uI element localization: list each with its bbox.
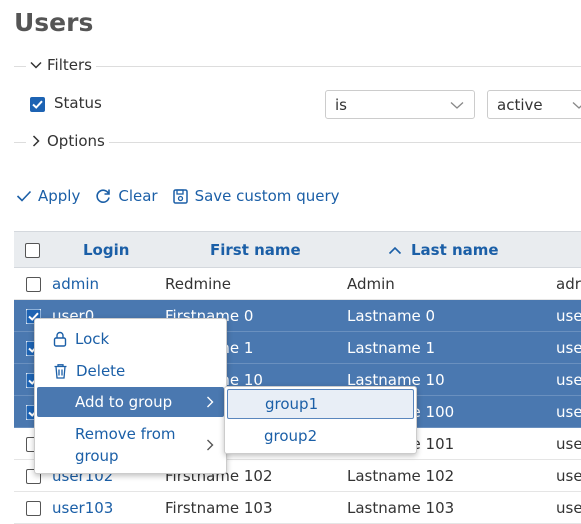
refresh-icon: [96, 189, 111, 203]
checkbox-box: [26, 277, 41, 292]
menu-item-add-to-group[interactable]: Add to group: [37, 387, 224, 417]
cell-lastname: Lastname 102: [347, 467, 455, 485]
save-query-label: Save custom query: [194, 187, 340, 205]
lock-icon: [53, 331, 67, 347]
checkbox-box: [26, 501, 41, 516]
submenu-item-group1[interactable]: group1: [227, 389, 414, 419]
cell-login[interactable]: user103: [52, 499, 113, 517]
cell-mail: use: [556, 467, 581, 485]
cell-lastname: Lastname 1: [347, 339, 436, 357]
menu-item-add-to-group-label: Add to group: [75, 393, 173, 411]
apply-label: Apply: [38, 187, 81, 205]
cell-mail: use: [556, 339, 581, 357]
sort-ascending-icon: [388, 246, 402, 255]
menu-item-delete-label: Delete: [76, 362, 126, 380]
page-title: Users: [14, 8, 94, 37]
clear-label: Clear: [118, 187, 158, 205]
filters-legend[interactable]: Filters: [26, 56, 96, 74]
submenu-item-group2[interactable]: group2: [227, 421, 414, 451]
cell-firstname: Firstname 103: [165, 499, 273, 517]
cell-firstname: Redmine: [165, 275, 232, 293]
checkmark-icon: [16, 190, 32, 202]
apply-button[interactable]: Apply: [16, 187, 80, 205]
row-checkbox[interactable]: [26, 501, 41, 516]
save-icon: [172, 188, 188, 204]
save-query-button[interactable]: Save custom query: [172, 187, 340, 205]
status-operator-select[interactable]: is: [325, 90, 475, 119]
context-menu: Lock Delete Add to group Remove from gro…: [34, 318, 227, 474]
chevron-right-icon: [32, 135, 40, 147]
clear-button[interactable]: Clear: [94, 187, 158, 205]
status-operator-value: is: [335, 95, 347, 114]
cell-mail: use: [556, 371, 581, 389]
cell-mail: use: [556, 403, 581, 421]
table-row[interactable]: admin Redmine Admin adr: [14, 268, 581, 300]
cell-login[interactable]: admin: [52, 275, 99, 293]
cell-lastname: Admin: [347, 275, 395, 293]
filters-label: Filters: [47, 56, 92, 74]
cell-lastname: Lastname 103: [347, 499, 455, 517]
cell-mail: adr: [556, 275, 581, 293]
chevron-right-icon: [207, 396, 214, 408]
chevron-right-icon: [207, 439, 214, 451]
menu-item-delete[interactable]: Delete: [37, 356, 224, 386]
chevron-down-icon: [30, 61, 42, 69]
column-header-lastname[interactable]: Last name: [411, 241, 499, 259]
cell-mail: use: [556, 499, 581, 517]
filters-divider: [14, 66, 581, 67]
menu-item-remove-from-group[interactable]: Remove from group: [37, 420, 224, 470]
menu-item-remove-label-line2: group: [75, 447, 119, 465]
status-value: active: [497, 95, 543, 114]
status-value-select[interactable]: active: [487, 90, 581, 119]
select-all-checkbox[interactable]: [25, 243, 40, 258]
chevron-down-icon: [572, 102, 581, 109]
check-icon: [32, 100, 43, 109]
cell-lastname: Lastname 0: [347, 307, 436, 325]
menu-item-lock-label: Lock: [75, 330, 110, 348]
status-filter-label: Status: [54, 94, 102, 112]
status-filter-checkbox[interactable]: [30, 97, 45, 112]
trash-icon: [54, 364, 67, 379]
column-header-firstname[interactable]: First name: [210, 241, 301, 259]
menu-item-remove-label-line1: Remove from: [75, 425, 176, 443]
chevron-down-icon: [450, 102, 464, 109]
options-legend[interactable]: Options: [26, 132, 109, 150]
cell-mail: use: [556, 435, 581, 453]
table-row[interactable]: user103 Firstname 103 Lastname 103 use: [14, 492, 581, 524]
options-label: Options: [47, 132, 105, 150]
table-header: Login First name Last name: [14, 231, 581, 268]
column-header-login[interactable]: Login: [83, 241, 129, 259]
cell-mail: use: [556, 307, 581, 325]
group-submenu: group1 group2: [224, 386, 417, 454]
menu-item-lock[interactable]: Lock: [37, 324, 224, 354]
query-actions: Apply Clear Save custom query: [16, 187, 354, 205]
row-checkbox[interactable]: [26, 277, 41, 292]
